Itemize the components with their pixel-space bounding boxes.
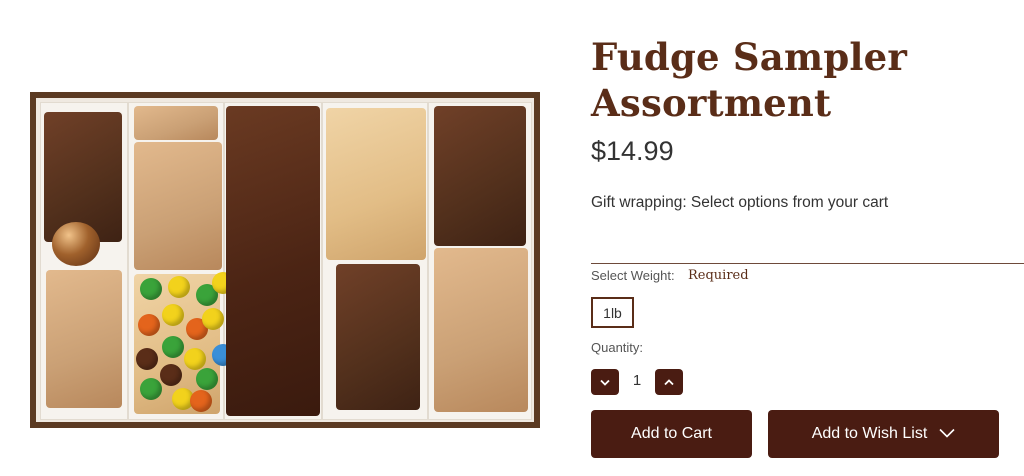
candy	[162, 336, 184, 358]
candy	[168, 276, 190, 298]
fudge-piece	[226, 106, 320, 416]
quantity-increment-button[interactable]	[655, 369, 683, 395]
add-to-cart-button[interactable]: Add to Cart	[591, 410, 752, 458]
product-price: $14.99	[591, 136, 674, 166]
candy	[136, 348, 158, 370]
quantity-label: Quantity:	[591, 340, 644, 355]
fudge-piece	[134, 142, 222, 270]
candy	[190, 390, 212, 412]
fudge-piece	[434, 248, 528, 412]
gift-wrapping-note: Gift wrapping: Select options from your …	[591, 194, 889, 211]
candy	[162, 304, 184, 326]
candy	[140, 278, 162, 300]
required-indicator: Required	[688, 268, 749, 283]
candy	[138, 314, 160, 336]
quantity-decrement-button[interactable]	[591, 369, 619, 395]
fudge-piece	[134, 106, 218, 140]
weight-label: Select Weight:	[591, 268, 675, 283]
candy	[196, 368, 218, 390]
candy	[202, 308, 224, 330]
candy	[184, 348, 206, 370]
fudge-piece	[434, 106, 526, 246]
fudge-piece	[336, 264, 420, 410]
fudge-piece	[326, 108, 426, 260]
product-title: Fudge Sampler Assortment	[591, 35, 908, 125]
chevron-down-icon	[939, 425, 955, 443]
chevron-down-icon	[600, 379, 610, 386]
fudge-piece	[46, 270, 122, 408]
weight-option-1lb[interactable]: 1lb	[591, 297, 634, 328]
divider	[591, 263, 1024, 264]
add-to-wishlist-label: Add to Wish List	[811, 425, 928, 442]
add-to-cart-label: Add to Cart	[631, 425, 712, 442]
candy	[140, 378, 162, 400]
chevron-up-icon	[664, 378, 674, 386]
quantity-input[interactable]: 1	[626, 372, 648, 389]
candy	[160, 364, 182, 386]
add-to-wishlist-button[interactable]: Add to Wish List	[768, 410, 999, 458]
truffle	[52, 222, 100, 266]
fudge-tray	[36, 98, 534, 422]
product-image	[30, 92, 540, 428]
